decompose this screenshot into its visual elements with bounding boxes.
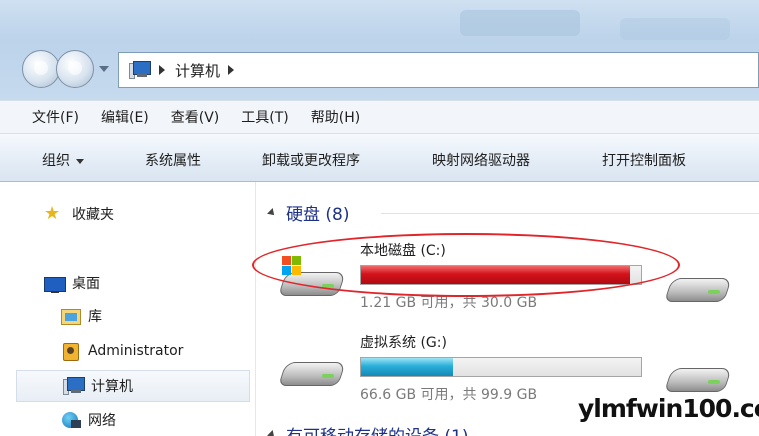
drive-name-g: 虚拟系统 (G:)	[360, 335, 447, 351]
desktop-icon	[44, 274, 66, 293]
organize-button[interactable]: 组织	[42, 150, 84, 170]
collapse-triangle-icon[interactable]	[267, 207, 277, 218]
group-title-removable: 有可移动存储的设备 (1)	[286, 422, 468, 436]
map-network-drive-button[interactable]: 映射网络驱动器	[432, 150, 530, 170]
nav-item-computer[interactable]: 计算机	[16, 370, 250, 402]
drive-usage-bar-g	[360, 357, 642, 377]
nav-label-desktop: 桌面	[72, 276, 100, 292]
uninstall-program-button[interactable]: 卸载或更改程序	[262, 150, 360, 170]
breadcrumb-separator-icon[interactable]	[159, 65, 165, 75]
nav-item-network[interactable]: 网络	[60, 408, 116, 432]
star-icon: ★	[44, 203, 61, 224]
nav-label-administrator: Administrator	[88, 343, 184, 359]
hard-drive-icon	[278, 352, 346, 392]
computer-icon	[63, 377, 85, 395]
system-properties-button[interactable]: 系统属性	[145, 150, 201, 170]
navigation-pane: ★ 收藏夹 桌面 库 Administrator 计算机 网络	[0, 182, 256, 436]
user-icon	[60, 342, 80, 361]
library-icon	[60, 307, 81, 325]
command-toolbar: 组织 系统属性 卸载或更改程序 映射网络驱动器 打开控制面板	[0, 134, 759, 182]
window-titlebar: 计算机	[0, 0, 759, 100]
drive-free-text-g: 66.6 GB 可用，共 99.9 GB	[360, 387, 538, 403]
forward-arrow-icon[interactable]	[56, 50, 94, 88]
network-icon	[60, 411, 81, 429]
breadcrumb-chevron-icon[interactable]	[228, 65, 235, 75]
menu-tools[interactable]: 工具(T)	[241, 107, 288, 127]
nav-label-network: 网络	[88, 413, 116, 429]
breadcrumb-computer[interactable]: 计算机	[175, 60, 220, 81]
back-arrow-icon[interactable]	[22, 50, 60, 88]
blurred-title-area	[460, 10, 580, 36]
nav-label-library: 库	[88, 309, 102, 325]
group-divider	[381, 213, 759, 214]
menu-view[interactable]: 查看(V)	[171, 107, 220, 127]
nav-item-administrator[interactable]: Administrator	[60, 339, 183, 363]
nav-item-desktop[interactable]: 桌面	[44, 271, 100, 295]
address-bar[interactable]: 计算机	[118, 52, 759, 88]
watermark-text: ylmfwin100.com	[578, 394, 759, 423]
computer-icon	[129, 61, 151, 79]
group-title-hard-disks: 硬盘 (8)	[286, 205, 350, 225]
menu-file[interactable]: 文件(F)	[32, 107, 79, 127]
menu-help[interactable]: 帮助(H)	[311, 107, 360, 127]
chevron-down-icon	[76, 158, 84, 164]
highlight-oval-annotation	[252, 233, 680, 297]
blurred-title-area-2	[620, 18, 730, 40]
nav-item-library[interactable]: 库	[60, 304, 102, 328]
group-header-hard-disks[interactable]: 硬盘 (8)	[267, 200, 350, 225]
nav-label-computer: 计算机	[91, 379, 133, 395]
hard-drive-icon[interactable]	[664, 268, 732, 308]
menu-bar: 文件(F) 编辑(E) 查看(V) 工具(T) 帮助(H)	[0, 100, 759, 134]
menu-edit[interactable]: 编辑(E)	[101, 107, 149, 127]
recent-pages-dropdown-icon[interactable]	[99, 66, 109, 72]
group-header-removable[interactable]: 有可移动存储的设备 (1)	[267, 422, 468, 436]
nav-item-favorites[interactable]: ★ 收藏夹	[44, 202, 114, 226]
organize-label: 组织	[42, 153, 70, 169]
hard-drive-icon[interactable]	[664, 358, 732, 398]
drive-usage-fill-g	[361, 358, 454, 376]
nav-label-favorites: 收藏夹	[72, 207, 114, 223]
collapse-triangle-icon[interactable]	[267, 429, 277, 436]
open-control-panel-button[interactable]: 打开控制面板	[602, 150, 686, 170]
